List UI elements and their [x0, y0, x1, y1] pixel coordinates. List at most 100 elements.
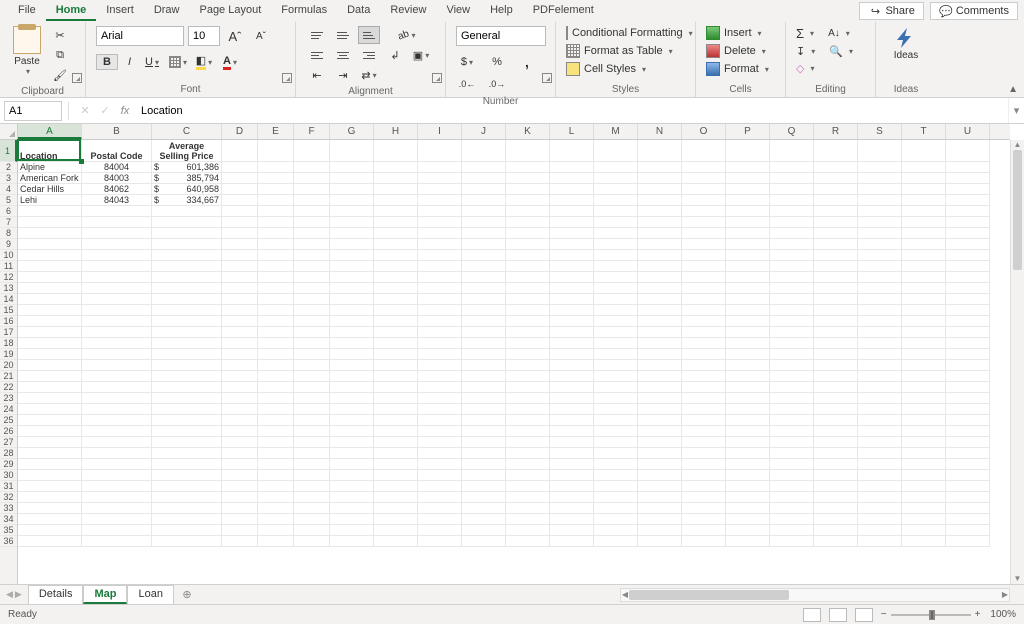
ribbon-tab-data[interactable]: Data [337, 1, 380, 21]
cell-E15[interactable] [258, 305, 294, 316]
cell-O27[interactable] [682, 437, 726, 448]
cell-G29[interactable] [330, 459, 374, 470]
cell-J4[interactable] [462, 184, 506, 195]
cell-U21[interactable] [946, 371, 990, 382]
cell-Q23[interactable] [770, 393, 814, 404]
cell-C16[interactable] [152, 316, 222, 327]
cell-R31[interactable] [814, 481, 858, 492]
cell-Q24[interactable] [770, 404, 814, 415]
cell-C6[interactable] [152, 206, 222, 217]
cell-J13[interactable] [462, 283, 506, 294]
cell-S8[interactable] [858, 228, 902, 239]
cell-O15[interactable] [682, 305, 726, 316]
cell-J32[interactable] [462, 492, 506, 503]
cell-J1[interactable] [462, 140, 506, 162]
cell-K19[interactable] [506, 349, 550, 360]
cell-Q10[interactable] [770, 250, 814, 261]
cell-J5[interactable] [462, 195, 506, 206]
cell-N13[interactable] [638, 283, 682, 294]
cell-E28[interactable] [258, 448, 294, 459]
cell-I32[interactable] [418, 492, 462, 503]
cell-R35[interactable] [814, 525, 858, 536]
fill-button[interactable]: ↧▾ [796, 45, 815, 58]
cell-P23[interactable] [726, 393, 770, 404]
cell-E11[interactable] [258, 261, 294, 272]
cell-G21[interactable] [330, 371, 374, 382]
cell-F34[interactable] [294, 514, 330, 525]
cell-D5[interactable] [222, 195, 258, 206]
ideas-button[interactable]: Ideas [886, 26, 926, 61]
cell-L18[interactable] [550, 338, 594, 349]
cell-N35[interactable] [638, 525, 682, 536]
cell-B14[interactable] [82, 294, 152, 305]
cell-H6[interactable] [374, 206, 418, 217]
cell-M28[interactable] [594, 448, 638, 459]
cell-B16[interactable] [82, 316, 152, 327]
cell-P31[interactable] [726, 481, 770, 492]
cell-A2[interactable]: Alpine [18, 162, 82, 173]
cell-J7[interactable] [462, 217, 506, 228]
cell-L26[interactable] [550, 426, 594, 437]
cell-E36[interactable] [258, 536, 294, 547]
font-size-input[interactable] [188, 26, 220, 46]
row-header-13[interactable]: 13 [0, 283, 17, 294]
row-header-9[interactable]: 9 [0, 239, 17, 250]
cell-Q11[interactable] [770, 261, 814, 272]
cell-M33[interactable] [594, 503, 638, 514]
cell-H5[interactable] [374, 195, 418, 206]
cell-H4[interactable] [374, 184, 418, 195]
row-header-23[interactable]: 23 [0, 393, 17, 404]
cell-J14[interactable] [462, 294, 506, 305]
cell-S34[interactable] [858, 514, 902, 525]
cell-E1[interactable] [258, 140, 294, 162]
cell-J22[interactable] [462, 382, 506, 393]
cell-C22[interactable] [152, 382, 222, 393]
cell-A22[interactable] [18, 382, 82, 393]
cell-N31[interactable] [638, 481, 682, 492]
cell-I8[interactable] [418, 228, 462, 239]
cell-F5[interactable] [294, 195, 330, 206]
cell-T33[interactable] [902, 503, 946, 514]
insert-cells-button[interactable]: Insert▾ [706, 26, 775, 40]
cell-N7[interactable] [638, 217, 682, 228]
cell-E17[interactable] [258, 327, 294, 338]
cell-K33[interactable] [506, 503, 550, 514]
cell-S14[interactable] [858, 294, 902, 305]
cell-P10[interactable] [726, 250, 770, 261]
cell-S36[interactable] [858, 536, 902, 547]
cell-S27[interactable] [858, 437, 902, 448]
cell-N4[interactable] [638, 184, 682, 195]
cell-K36[interactable] [506, 536, 550, 547]
cell-E22[interactable] [258, 382, 294, 393]
cell-G36[interactable] [330, 536, 374, 547]
normal-view-button[interactable] [803, 608, 821, 622]
cell-E19[interactable] [258, 349, 294, 360]
cell-C24[interactable] [152, 404, 222, 415]
cell-B3[interactable]: 84003 [82, 173, 152, 184]
cell-P27[interactable] [726, 437, 770, 448]
cell-N14[interactable] [638, 294, 682, 305]
cell-F10[interactable] [294, 250, 330, 261]
percent-button[interactable]: % [486, 52, 508, 72]
cell-S23[interactable] [858, 393, 902, 404]
cancel-formula-button[interactable]: ✕ [75, 102, 95, 120]
cell-M5[interactable] [594, 195, 638, 206]
cell-T28[interactable] [902, 448, 946, 459]
cell-T16[interactable] [902, 316, 946, 327]
cell-S21[interactable] [858, 371, 902, 382]
cell-C12[interactable] [152, 272, 222, 283]
cell-R6[interactable] [814, 206, 858, 217]
cell-U7[interactable] [946, 217, 990, 228]
cell-K6[interactable] [506, 206, 550, 217]
cell-Q18[interactable] [770, 338, 814, 349]
cell-R16[interactable] [814, 316, 858, 327]
cell-E26[interactable] [258, 426, 294, 437]
row-header-16[interactable]: 16 [0, 316, 17, 327]
cell-O21[interactable] [682, 371, 726, 382]
font-color-button[interactable]: A▾ [219, 52, 241, 72]
cell-D14[interactable] [222, 294, 258, 305]
cell-H13[interactable] [374, 283, 418, 294]
borders-button[interactable]: ▾ [167, 52, 189, 72]
fill-color-button[interactable]: ◧▾ [193, 52, 215, 72]
cell-H19[interactable] [374, 349, 418, 360]
